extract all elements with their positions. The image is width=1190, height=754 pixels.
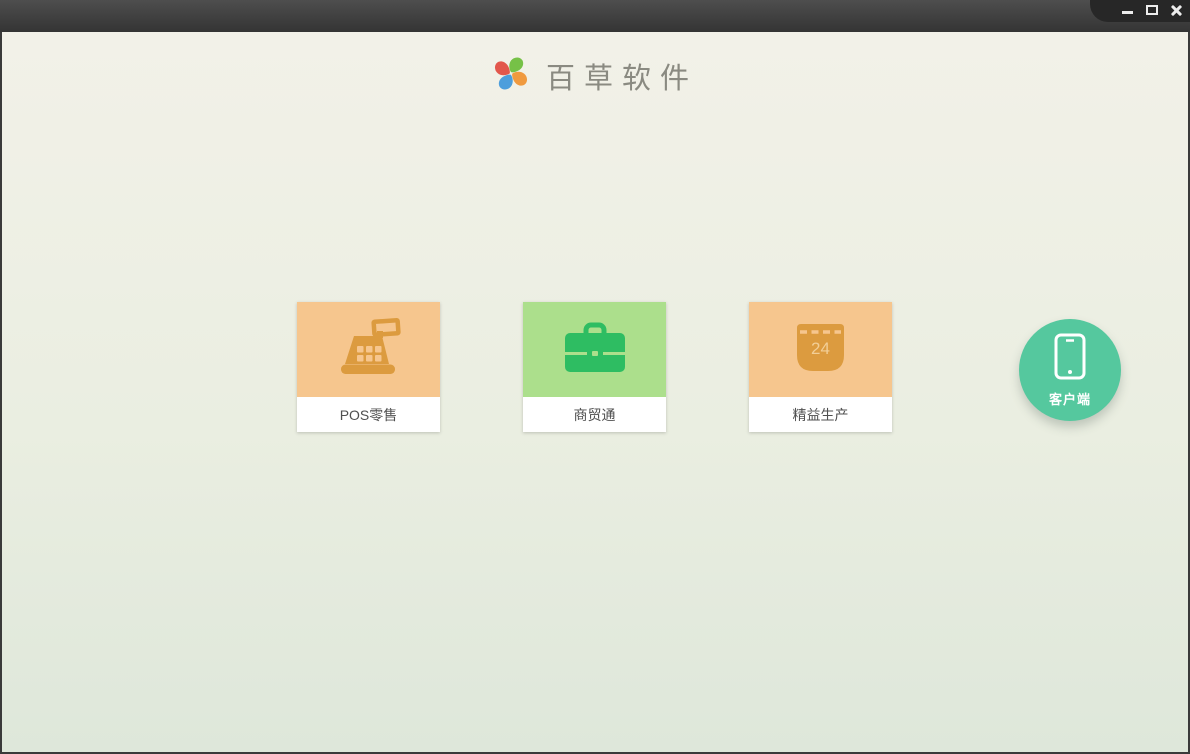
card-top <box>523 302 666 397</box>
card-top <box>297 302 440 397</box>
card-label: POS零售 <box>297 397 440 432</box>
product-card-trade[interactable]: 商贸通 <box>523 302 666 432</box>
maximize-button[interactable] <box>1143 3 1160 18</box>
app-window: 百草软件 POS零售 商贸通 24 精益生产 客户端 <box>0 0 1190 754</box>
close-button[interactable] <box>1167 3 1184 18</box>
calendar-day-number: 24 <box>811 339 830 358</box>
titlebar[interactable] <box>0 0 1190 32</box>
pinwheel-logo-icon <box>492 55 530 97</box>
smartphone-icon <box>1054 333 1086 385</box>
card-label: 商贸通 <box>523 397 666 432</box>
client-button-label: 客户端 <box>1048 391 1091 407</box>
minimize-icon <box>1122 11 1133 14</box>
product-card-pos[interactable]: POS零售 <box>297 302 440 432</box>
minimize-button[interactable] <box>1119 3 1136 18</box>
card-label: 精益生产 <box>749 397 892 432</box>
app-title: 百草软件 <box>545 61 698 95</box>
main-content: 百草软件 POS零售 商贸通 24 精益生产 客户端 <box>0 32 1190 754</box>
maximize-icon <box>1145 5 1158 15</box>
card-top: 24 <box>749 302 892 397</box>
close-icon <box>1170 4 1182 16</box>
cash-register-icon <box>336 317 402 381</box>
client-button[interactable]: 客户端 <box>1019 319 1121 421</box>
brand-header: 百草软件 <box>2 54 1188 98</box>
briefcase-icon <box>564 321 626 378</box>
calendar-icon: 24 <box>797 323 844 376</box>
product-card-lean[interactable]: 24 精益生产 <box>749 302 892 432</box>
window-controls <box>1090 0 1190 22</box>
